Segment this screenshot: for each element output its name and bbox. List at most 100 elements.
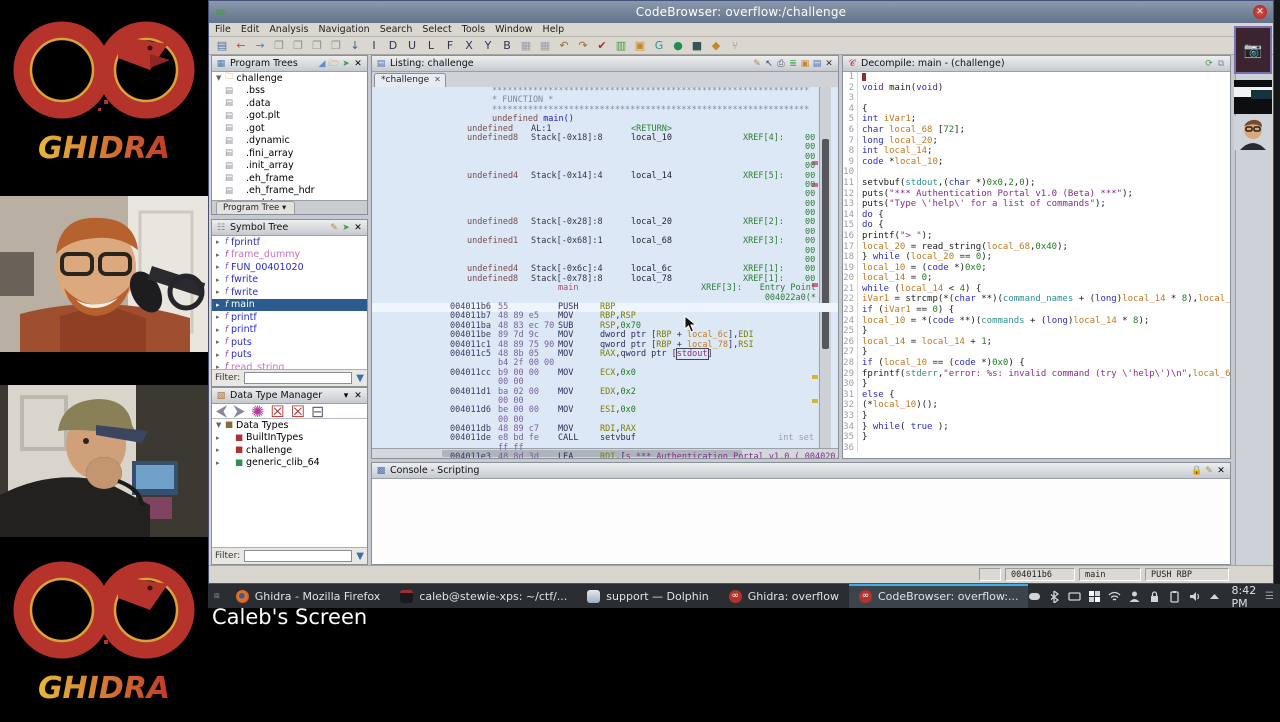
console-header[interactable]: ▩ Console - Scripting 🔒 ✎ ✕ xyxy=(372,463,1230,479)
expand-arrow-icon[interactable]: ▸ xyxy=(216,434,225,442)
decompile-line-7[interactable]: 7 long local_20; xyxy=(843,136,1230,147)
filter-options-icon[interactable]: ▼ xyxy=(356,551,364,562)
tree-node-root[interactable]: ▼🗀challenge xyxy=(212,72,367,85)
clear-bytes-icon[interactable]: ❐ xyxy=(329,38,343,54)
expand-arrow-icon[interactable]: ▸ xyxy=(216,363,225,369)
redo-icon[interactable]: ↷ xyxy=(576,38,590,54)
menu-window[interactable]: Window xyxy=(495,24,532,35)
decompile-line-4[interactable]: 4{ xyxy=(843,104,1230,115)
snapshot-add-icon[interactable]: ▦ xyxy=(538,38,552,54)
symbol-tree-header[interactable]: ☷ Symbol Tree ✎ ➤ ✕ xyxy=(212,220,367,236)
decompile-line-14[interactable]: 14 do { xyxy=(843,210,1230,221)
symbol-puts[interactable]: ▸fputs xyxy=(212,349,367,362)
collapse-all-icon[interactable]: ⊟ xyxy=(311,402,324,421)
listing-variable-local_10[interactable]: undefined8Stack[-0x18]:8local_10XREF[4]:… xyxy=(372,134,838,143)
symbol-read_string[interactable]: ▸fread_string xyxy=(212,361,367,369)
listing-signature[interactable]: undefined main() xyxy=(372,115,838,124)
field-icon[interactable]: ▣ xyxy=(799,59,811,69)
menu-help[interactable]: Help xyxy=(543,24,565,35)
card-icon[interactable] xyxy=(1068,590,1081,603)
capture-source-thumbnail[interactable]: 📷 xyxy=(1234,26,1272,74)
clear-console-icon[interactable]: ✎ xyxy=(1203,466,1215,476)
save-icon[interactable]: ▤ xyxy=(215,38,229,54)
expand-arrow-icon[interactable]: ▸ xyxy=(216,288,225,296)
expand-arrow-icon[interactable]: ▸ xyxy=(216,313,225,321)
menu-edit[interactable]: Edit xyxy=(241,24,259,35)
filter-tree-icon[interactable]: ◢ xyxy=(316,59,328,69)
instruction-004011cc[interactable]: 004011ccb9 00 00MOVECX,0x0 xyxy=(372,369,838,378)
decompile-line-13[interactable]: 13 puts("Type \'help\' for a list of com… xyxy=(843,199,1230,210)
tree-node-section[interactable]: ▤.fini_array xyxy=(212,147,367,160)
listing-tab[interactable]: *challenge✕ xyxy=(374,73,446,87)
undo-icon[interactable]: ↶ xyxy=(557,38,571,54)
dtm-filter-input[interactable] xyxy=(244,550,352,562)
validate-icon[interactable]: ✔ xyxy=(595,38,609,54)
printer-icon[interactable]: ⎙ xyxy=(775,59,787,69)
tree-node-section[interactable]: ▤.init_array xyxy=(212,160,367,173)
volume-icon[interactable] xyxy=(1188,590,1201,603)
menu-navigation[interactable]: Navigation xyxy=(318,24,369,35)
expand-arrow-icon[interactable]: ▼ xyxy=(216,421,225,429)
decompile-line-29[interactable]: 29 fprintf(stderr,"error: %s: invalid co… xyxy=(843,369,1230,380)
menu-tools[interactable]: Tools xyxy=(462,24,485,35)
forward-icon[interactable]: ⮞ xyxy=(233,401,245,421)
diamond-icon[interactable]: ◆ xyxy=(709,38,723,54)
decompiler-view[interactable]: 12void main(void)34{5 int iVar1;6 char l… xyxy=(843,72,1230,458)
wifi-icon[interactable] xyxy=(1108,590,1121,603)
decompile-line-2[interactable]: 2void main(void) xyxy=(843,83,1230,94)
decompile-line-19[interactable]: 19 local_10 = (code *)0x0; xyxy=(843,263,1230,274)
task-calebstewiexps[interactable]: caleb@stewie-xps: ~/ctf/... xyxy=(390,584,577,608)
symbol-frame_dummy[interactable]: ▸fframe_dummy xyxy=(212,249,367,262)
decompile-line-24[interactable]: 24 local_10 = *(code **)(commands + (lon… xyxy=(843,316,1230,327)
caret-up-icon[interactable] xyxy=(1208,590,1221,603)
instruction-004011de[interactable]: 004011dee8 bd feCALLsetvbufint set xyxy=(372,434,838,443)
grid-icon[interactable] xyxy=(1088,590,1101,603)
listing-header[interactable]: ▤ Listing: challenge ✎↖⎙≣▣▤✕ xyxy=(372,56,838,72)
decompile-line-16[interactable]: 16 printf("> "); xyxy=(843,231,1230,242)
decompile-line-8[interactable]: 8 int local_14; xyxy=(843,146,1230,157)
tree-node-section[interactable]: ▤.rodata xyxy=(212,197,367,200)
tree-node-section[interactable]: ▤.eh_frame_hdr xyxy=(212,185,367,198)
decompile-line-33[interactable]: 33 } xyxy=(843,411,1230,422)
menu-search[interactable]: Search xyxy=(380,24,413,35)
symbol-fwrite[interactable]: ▸ffwrite xyxy=(212,274,367,287)
tree-node-section[interactable]: ▤.got xyxy=(212,122,367,135)
go-icon[interactable]: ➤ xyxy=(340,59,352,69)
close-icon[interactable]: ✕ xyxy=(352,391,364,401)
close-icon[interactable]: ✕ xyxy=(352,223,364,233)
memory-map-icon[interactable]: ▣ xyxy=(633,38,647,54)
dtm-node-builtintypes[interactable]: ▸■BuiltInTypes xyxy=(212,432,367,445)
hide-arrays-icon[interactable]: ☒ xyxy=(270,402,284,421)
data-I-icon[interactable]: I xyxy=(367,38,381,54)
decompile-header[interactable]: 𝒞 Decompile: main - (challenge) ⟳ ⧉ xyxy=(843,56,1230,72)
decompile-line-32[interactable]: 32 (*local_10)(); xyxy=(843,400,1230,411)
snapshot-icon[interactable]: ▦ xyxy=(519,38,533,54)
menu-analysis[interactable]: Analysis xyxy=(269,24,308,35)
expand-arrow-icon[interactable]: ▸ xyxy=(216,326,225,334)
data-L-icon[interactable]: L xyxy=(424,38,438,54)
markers-icon[interactable]: ≣ xyxy=(787,59,799,69)
symbol-filter-input[interactable] xyxy=(244,372,352,384)
decompile-line-35[interactable]: 35} xyxy=(843,432,1230,443)
pull-down-icon[interactable]: ↓ xyxy=(348,38,362,54)
expand-arrow-icon[interactable]: ▸ xyxy=(216,301,225,309)
back-icon[interactable]: ⮜ xyxy=(216,401,227,421)
dtm-node-generic_clib_64[interactable]: ▸■generic_clib_64 xyxy=(212,457,367,470)
decompile-line-1[interactable]: 1 xyxy=(843,72,1230,83)
instruction-004011c5[interactable]: 004011c548 8b 05MOVRAX,qword ptr [stdout… xyxy=(372,350,838,359)
decompile-line-30[interactable]: 30 } xyxy=(843,379,1230,390)
data-X-icon[interactable]: X xyxy=(462,38,476,54)
menu-caret-icon[interactable]: ▾ xyxy=(340,391,352,401)
decompile-line-18[interactable]: 18 } while (local_20 == 0); xyxy=(843,252,1230,263)
instruction-004011e3[interactable]: 004011e348 8d 3dLEARDI,[s_***_Authentica… xyxy=(372,453,838,458)
listing-comment-line[interactable]: ****************************************… xyxy=(372,87,838,96)
pencil-icon[interactable]: ✎ xyxy=(328,223,340,233)
tree-node-section[interactable]: ▤.data xyxy=(212,97,367,110)
forward-icon[interactable]: → xyxy=(253,38,267,54)
task-codebrowser[interactable]: ∞CodeBrowser: overflow:... xyxy=(849,584,1029,608)
data-U-icon[interactable]: U xyxy=(405,38,419,54)
back-icon[interactable]: ← xyxy=(234,38,248,54)
save-image-icon[interactable]: ▤ xyxy=(811,59,823,69)
instruction-004011d1[interactable]: 004011d1ba 02 00MOVEDX,0x2 xyxy=(372,388,838,397)
decompile-line-15[interactable]: 15 do { xyxy=(843,220,1230,231)
